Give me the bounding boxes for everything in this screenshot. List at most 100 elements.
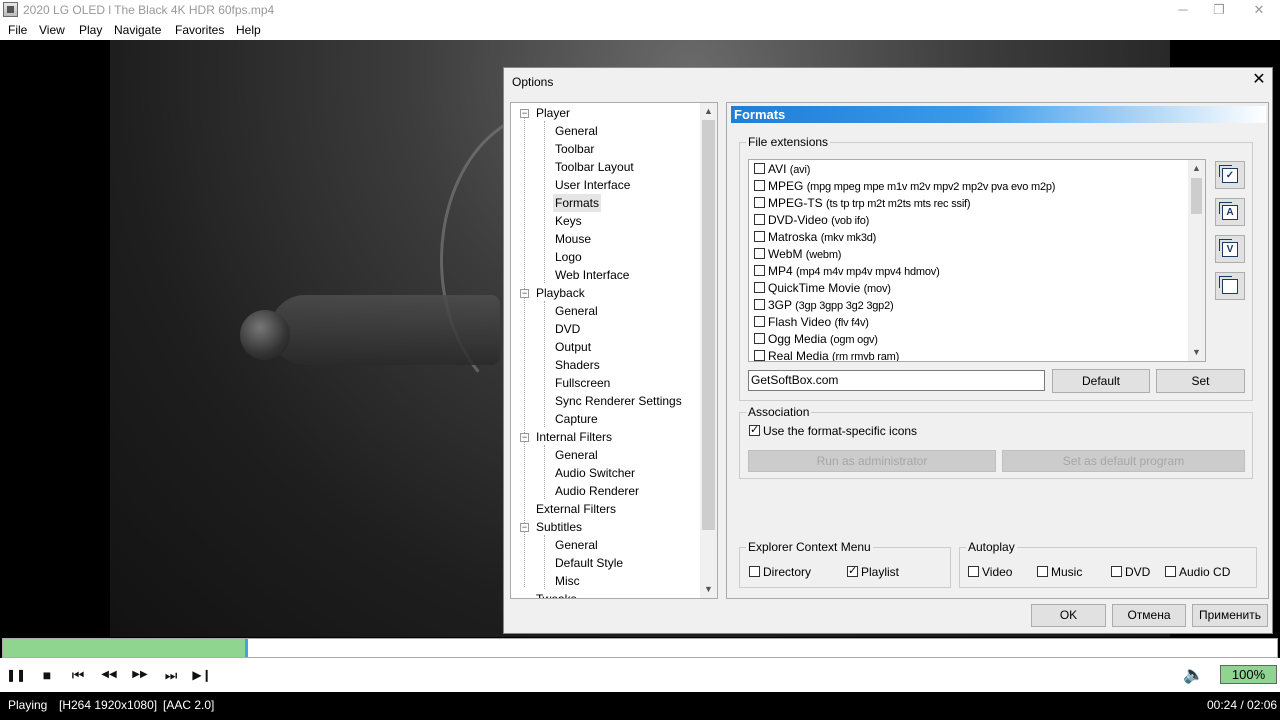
checkbox-icon[interactable]	[749, 566, 760, 577]
ext-row-quicktime[interactable]: QuickTime Movie (mov)	[754, 280, 891, 297]
ext-checkbox[interactable]	[754, 231, 765, 242]
volume-icon[interactable]: 🔈	[1183, 664, 1209, 686]
ext-checkbox[interactable]	[754, 265, 765, 276]
ext-row-avi[interactable]: AVI (avi)	[754, 161, 810, 178]
tree-expander-icon[interactable]: −	[520, 109, 529, 118]
tree-expander-icon[interactable]: −	[520, 433, 529, 442]
seek-bar[interactable]	[2, 638, 1278, 658]
ext-row-ogg[interactable]: Ogg Media (ogm ogv)	[754, 331, 878, 348]
checkbox-icon[interactable]	[1037, 566, 1048, 577]
tree-item-capture[interactable]: Capture	[555, 410, 598, 428]
minimize-button[interactable]: ─	[1163, 0, 1203, 20]
ext-checkbox[interactable]	[754, 333, 765, 344]
tree-item-player-general[interactable]: General	[555, 122, 598, 140]
ext-row-webm[interactable]: WebM (webm)	[754, 246, 841, 263]
checkbox-icon[interactable]	[1165, 566, 1176, 577]
rewind-icon[interactable]: ◀◀	[99, 665, 119, 685]
set-default-program-button[interactable]: Set as default program	[1002, 450, 1245, 472]
apply-button[interactable]: Применить	[1192, 604, 1268, 627]
ext-list-scroll-thumb[interactable]	[1191, 178, 1202, 214]
tree-item-mouse[interactable]: Mouse	[555, 230, 591, 248]
previous-icon[interactable]: ⏮	[68, 665, 88, 685]
tree-item-dvd[interactable]: DVD	[555, 320, 580, 338]
frame-step-icon[interactable]: ▶❙	[192, 665, 212, 685]
select-video-button[interactable]: V	[1215, 235, 1245, 263]
tree-item-formats[interactable]: Formats	[553, 194, 602, 212]
ext-checkbox[interactable]	[754, 180, 765, 191]
ext-row-matroska[interactable]: Matroska (mkv mk3d)	[754, 229, 876, 246]
tree-item-default-style[interactable]: Default Style	[555, 554, 623, 572]
ext-checkbox[interactable]	[754, 214, 765, 225]
tree-item-subtitles[interactable]: Subtitles	[536, 518, 582, 536]
tree-scroll-thumb[interactable]	[702, 120, 715, 530]
select-audio-button[interactable]: A	[1215, 198, 1245, 226]
default-button[interactable]: Default	[1052, 369, 1150, 393]
tree-item-user-interface[interactable]: User Interface	[555, 176, 630, 194]
dialog-close-icon[interactable]: ✕	[1250, 71, 1268, 89]
scroll-down-icon[interactable]: ▼	[700, 581, 717, 598]
tree-item-audio-switcher[interactable]: Audio Switcher	[555, 464, 635, 482]
next-icon[interactable]: ⏭	[161, 665, 181, 685]
tree-item-keys[interactable]: Keys	[555, 212, 582, 230]
ext-checkbox[interactable]	[754, 316, 765, 327]
autoplay-music-checkbox[interactable]: Music	[1037, 565, 1082, 579]
ok-button[interactable]: OK	[1031, 604, 1106, 627]
cancel-button[interactable]: Отмена	[1112, 604, 1186, 627]
scroll-up-icon[interactable]: ▲	[1188, 160, 1205, 177]
menu-favorites[interactable]: Favorites	[175, 23, 224, 37]
tree-item-web-interface[interactable]: Web Interface	[555, 266, 629, 284]
tree-item-subtitles-general[interactable]: General	[555, 536, 598, 554]
volume-slider[interactable]: 100%	[1220, 665, 1277, 684]
tree-item-misc[interactable]: Misc	[555, 572, 580, 590]
tree-item-fullscreen[interactable]: Fullscreen	[555, 374, 610, 392]
pause-icon[interactable]: ❚❚	[6, 665, 26, 685]
set-button[interactable]: Set	[1156, 369, 1245, 393]
ext-row-mpeg-ts[interactable]: MPEG-TS (ts tp trp m2t m2ts mts rec ssif…	[754, 195, 971, 212]
menu-help[interactable]: Help	[236, 23, 261, 37]
tree-item-logo[interactable]: Logo	[555, 248, 582, 266]
checkbox-icon[interactable]	[749, 423, 760, 436]
checkbox-icon[interactable]	[968, 566, 979, 577]
playlist-checkbox[interactable]: Playlist	[847, 564, 899, 579]
tree-item-audio-renderer[interactable]: Audio Renderer	[555, 482, 639, 500]
tree-item-toolbar[interactable]: Toolbar	[555, 140, 594, 158]
tree-item-shaders[interactable]: Shaders	[555, 356, 600, 374]
menu-play[interactable]: Play	[79, 23, 102, 37]
ext-row-flash[interactable]: Flash Video (flv f4v)	[754, 314, 869, 331]
extensions-input[interactable]: GetSoftBox.com	[748, 370, 1045, 391]
close-button[interactable]: ✕	[1239, 0, 1279, 20]
tree-item-internal-filters[interactable]: Internal Filters	[536, 428, 612, 446]
format-icons-checkbox[interactable]: Use the format-specific icons	[749, 423, 917, 438]
stop-icon[interactable]: ■	[37, 665, 57, 685]
fast-forward-icon[interactable]: ▶▶	[130, 665, 150, 685]
autoplay-video-checkbox[interactable]: Video	[968, 565, 1012, 579]
autoplay-audio-cd-checkbox[interactable]: Audio CD	[1165, 565, 1230, 579]
ext-row-realmedia[interactable]: Real Media (rm rmvb ram)	[754, 348, 899, 361]
tree-item-external-filters[interactable]: External Filters	[536, 500, 616, 518]
select-none-button[interactable]	[1215, 272, 1245, 300]
ext-row-3gp[interactable]: 3GP (3gp 3gpp 3g2 3gp2)	[754, 297, 894, 314]
menu-navigate[interactable]: Navigate	[114, 23, 161, 37]
checkbox-icon[interactable]	[1111, 566, 1122, 577]
checkbox-icon[interactable]	[847, 564, 858, 577]
ext-checkbox[interactable]	[754, 282, 765, 293]
ext-row-mpeg[interactable]: MPEG (mpg mpeg mpe m1v m2v mpv2 mp2v pva…	[754, 178, 1055, 195]
ext-row-dvd-video[interactable]: DVD-Video (vob ifo)	[754, 212, 869, 229]
menu-file[interactable]: File	[8, 23, 27, 37]
maximize-button[interactable]: ❐	[1199, 0, 1239, 20]
tree-scrollbar[interactable]: ▲ ▼	[700, 103, 717, 598]
tree-item-player[interactable]: Player	[536, 104, 570, 122]
tree-item-internal-general[interactable]: General	[555, 446, 598, 464]
ext-checkbox[interactable]	[754, 299, 765, 310]
run-as-admin-button[interactable]: Run as administrator	[748, 450, 996, 472]
directory-checkbox[interactable]: Directory	[749, 565, 811, 579]
tree-expander-icon[interactable]: −	[520, 289, 529, 298]
ext-row-mp4[interactable]: MP4 (mp4 m4v mp4v mpv4 hdmov)	[754, 263, 940, 280]
ext-list-scrollbar[interactable]: ▲ ▼	[1188, 160, 1205, 361]
scroll-up-icon[interactable]: ▲	[700, 103, 717, 120]
tree-item-tweaks[interactable]: Tweaks	[536, 590, 577, 598]
autoplay-dvd-checkbox[interactable]: DVD	[1111, 565, 1150, 579]
ext-checkbox[interactable]	[754, 197, 765, 208]
seek-handle[interactable]	[245, 639, 248, 657]
scroll-down-icon[interactable]: ▼	[1188, 344, 1205, 361]
